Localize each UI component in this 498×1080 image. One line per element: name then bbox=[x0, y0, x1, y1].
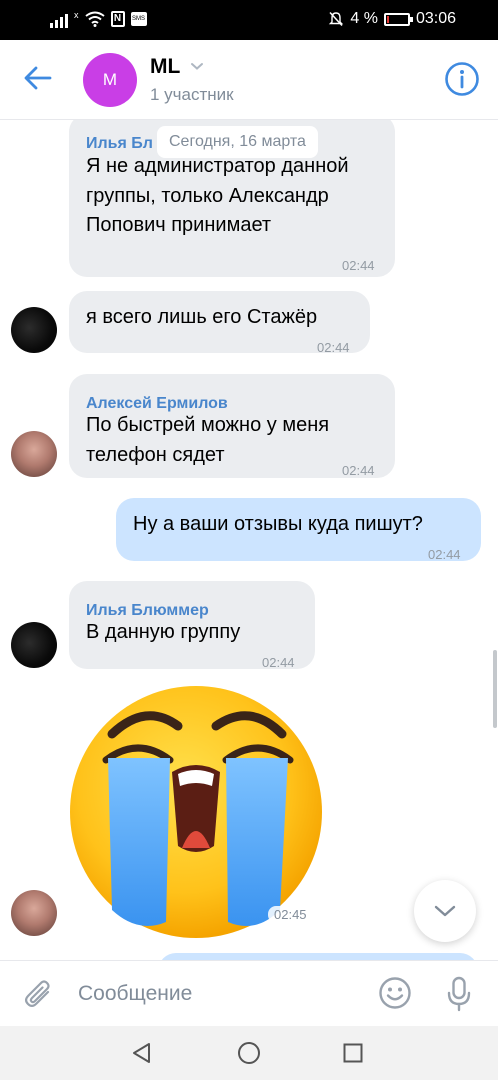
status-time: 03:06 bbox=[415, 10, 456, 27]
arrow-left-icon[interactable] bbox=[22, 62, 54, 94]
signal-icon bbox=[50, 10, 68, 28]
message-time: 02:44 bbox=[428, 547, 461, 562]
message-text: По быстрей можно у меня телефон сядет bbox=[86, 414, 330, 466]
sms-icon: SMS bbox=[130, 12, 147, 26]
paperclip-icon[interactable] bbox=[24, 979, 54, 1011]
microphone-icon[interactable] bbox=[446, 976, 472, 1012]
avatar[interactable] bbox=[11, 431, 57, 477]
chevron-down-icon bbox=[434, 905, 456, 917]
status-bar: x N SMS 4 % 03:06 bbox=[0, 0, 498, 40]
chat-header: M ML 1 участник bbox=[0, 40, 498, 120]
chat-avatar[interactable]: M bbox=[83, 53, 137, 107]
nav-recent-icon[interactable] bbox=[343, 1043, 363, 1063]
scrollbar[interactable] bbox=[493, 650, 497, 728]
message-time: 02:45 bbox=[268, 906, 313, 923]
message-input[interactable] bbox=[78, 977, 358, 1011]
scroll-down-button[interactable] bbox=[414, 880, 476, 942]
signal-mark: x bbox=[74, 10, 79, 20]
nav-home-icon[interactable] bbox=[237, 1041, 261, 1065]
message-bubble[interactable]: я всего лишь его Стажёр 02:44 bbox=[69, 291, 370, 355]
message-text: Я не администратор данной группы, только… bbox=[86, 155, 349, 236]
message-time: 02:44 bbox=[317, 340, 350, 355]
message-bubble-outgoing[interactable]: Ну а ваши отзывы куда пишут? 02:44 bbox=[116, 498, 481, 562]
battery-percent: 4 % bbox=[350, 10, 378, 27]
wifi-icon bbox=[84, 11, 105, 27]
battery-icon bbox=[383, 12, 413, 26]
composer bbox=[0, 960, 498, 1026]
nav-back-icon[interactable] bbox=[131, 1042, 153, 1064]
avatar[interactable] bbox=[11, 307, 57, 353]
crying-face-sticker[interactable] bbox=[66, 678, 326, 938]
chat-title[interactable]: ML bbox=[150, 55, 180, 79]
message-time: 02:44 bbox=[342, 258, 375, 273]
system-nav-bar bbox=[0, 1026, 498, 1080]
info-icon[interactable] bbox=[444, 61, 480, 97]
status-left: x N SMS bbox=[50, 10, 147, 28]
avatar[interactable] bbox=[11, 890, 57, 936]
message-time: 02:44 bbox=[262, 655, 295, 670]
chat-subtitle: 1 участник bbox=[150, 85, 234, 104]
message-bubble[interactable]: Илья Блюммер В данную группу 02:44 bbox=[69, 581, 315, 670]
avatar[interactable] bbox=[11, 622, 57, 668]
date-separator: Сегодня, 16 марта bbox=[157, 126, 318, 158]
message-text: Ну а ваши отзывы куда пишут? bbox=[133, 513, 423, 535]
nfc-icon: N bbox=[110, 11, 125, 27]
message-text: В данную группу bbox=[86, 621, 241, 643]
message-bubble[interactable]: Алексей Ермилов По быстрей можно у меня … bbox=[69, 374, 395, 478]
status-right: 4 % 03:06 bbox=[328, 10, 456, 28]
smile-icon[interactable] bbox=[378, 976, 412, 1010]
message-list[interactable]: Илья Бл Я не администратор данной группы… bbox=[0, 120, 498, 960]
message-text: я всего лишь его Стажёр bbox=[86, 306, 318, 328]
bell-muted-icon bbox=[329, 11, 344, 27]
chevron-down-icon[interactable] bbox=[190, 61, 204, 71]
message-time: 02:44 bbox=[342, 463, 375, 478]
